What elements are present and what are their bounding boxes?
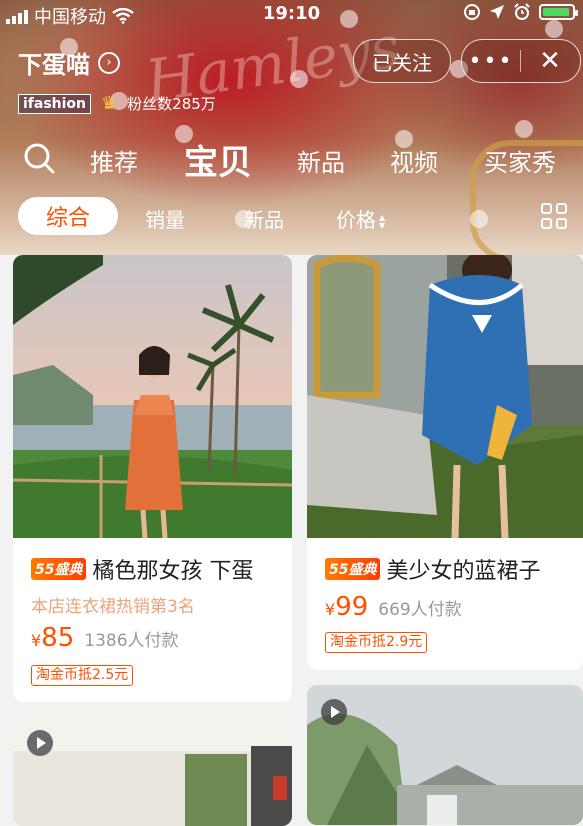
product-title-row: 55盛典 美少女的蓝裙子 [325, 553, 541, 585]
grid-view-icon[interactable] [541, 203, 567, 229]
chevron-right-icon: › [98, 51, 120, 74]
product-card[interactable] [307, 685, 583, 825]
product-card[interactable] [13, 716, 292, 826]
search-icon[interactable] [22, 141, 56, 175]
price-row: ¥99 669人付款 [325, 592, 462, 622]
sales-count: 1386人付款 [84, 631, 179, 651]
product-card[interactable]: 55盛典 美少女的蓝裙子 ¥99 669人付款 淘金币抵2.9元 [307, 255, 583, 670]
sort-comprehensive[interactable]: 综合 [18, 197, 118, 235]
sort-new[interactable]: 新品 [244, 204, 284, 233]
tab-new[interactable]: 新品 [297, 143, 345, 178]
alarm-icon [514, 3, 530, 20]
tab-video[interactable]: 视频 [390, 143, 438, 178]
sort-sales[interactable]: 销量 [145, 204, 185, 233]
ifashion-badge: ifashion [18, 93, 92, 114]
sort-bar: 综合 销量 新品 价格 ▲ ▼ [0, 197, 583, 239]
close-button[interactable]: ✕ [521, 46, 579, 76]
follow-button[interactable]: 已关注 [353, 39, 451, 83]
shop-name: 下蛋喵 [18, 51, 90, 79]
mini-program-capsule: ••• ✕ [461, 39, 581, 83]
shop-name-link[interactable]: 下蛋喵 › [18, 45, 120, 80]
battery-icon [539, 4, 578, 20]
product-image [13, 716, 292, 826]
product-title-row: 55盛典 橘色那女孩 下蛋 [31, 553, 253, 585]
shop-badges: ifashion ♛ 粉丝数285万 [18, 93, 216, 114]
status-bar: 中国移动 19:10 [0, 0, 583, 28]
sort-price[interactable]: 价格 ▲ ▼ [336, 204, 385, 233]
product-title: 美少女的蓝裙子 [386, 559, 541, 584]
tab-buyer-show[interactable]: 买家秀 [484, 143, 556, 178]
sort-icon: ▲ ▼ [379, 212, 386, 230]
product-title: 橘色那女孩 下蛋 [92, 559, 254, 584]
rank-text: 本店连衣裙热销第3名 [31, 597, 195, 617]
crown-icon: ♛ [101, 93, 118, 114]
tab-recommend[interactable]: 推荐 [90, 143, 138, 178]
location-icon [490, 5, 504, 19]
promo-tag: 55盛典 [31, 558, 87, 580]
price-row: ¥85 1386人付款 [31, 623, 179, 653]
tab-products[interactable]: 宝贝 [184, 135, 252, 184]
price: ¥99 [325, 592, 369, 622]
product-card[interactable]: 55盛典 橘色那女孩 下蛋 本店连衣裙热销第3名 ¥85 1386人付款 淘金币… [13, 255, 292, 702]
play-icon [27, 730, 53, 756]
coin-discount-badge: 淘金币抵2.9元 [325, 632, 428, 653]
coin-discount-badge: 淘金币抵2.5元 [31, 665, 134, 686]
fans-count: 粉丝数285万 [127, 95, 216, 113]
sales-count: 669人付款 [378, 600, 462, 620]
price: ¥85 [31, 623, 75, 653]
product-image [13, 255, 292, 538]
product-image [307, 685, 583, 825]
promo-tag: 55盛典 [325, 558, 381, 580]
product-image [307, 255, 583, 538]
shop-nav: 推荐 宝贝 新品 视频 买家秀 [0, 135, 583, 185]
lock-rotation-icon [464, 4, 480, 20]
more-button[interactable]: ••• [462, 49, 520, 74]
sort-price-label: 价格 [336, 208, 376, 232]
play-icon [321, 699, 347, 725]
